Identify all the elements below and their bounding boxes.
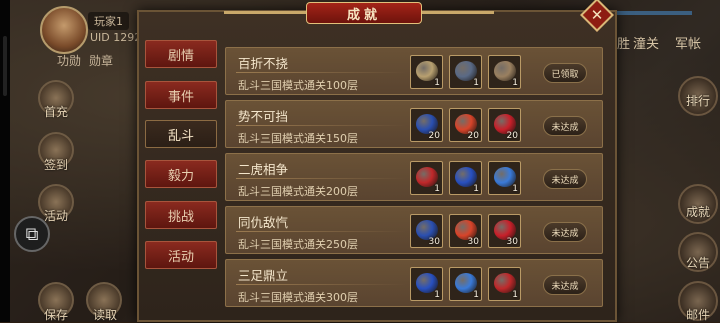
reward-slot[interactable]: 20 <box>410 108 443 142</box>
reward-count: 20 <box>467 131 479 141</box>
achievement-name: 同仇敌忾 <box>238 215 289 230</box>
achievement-row: 二虎相争乱斗三国模式通关200层 1 1 1 未达成 <box>225 153 603 201</box>
load-label: 读取 <box>93 308 118 322</box>
reward-slot[interactable]: 20 <box>449 108 482 142</box>
tab-perseverance[interactable]: 毅力 <box>145 160 217 188</box>
floating-assist-icon[interactable]: ⧉ <box>14 216 50 252</box>
reward-slot[interactable]: 1 <box>488 161 521 195</box>
reward-count: 1 <box>512 78 518 88</box>
row-divider <box>236 125 406 126</box>
player-avatar[interactable] <box>40 6 88 54</box>
reward-count: 1 <box>434 184 440 194</box>
reward-count: 1 <box>434 290 440 300</box>
reward-count: 1 <box>512 184 518 194</box>
right-top-label-2[interactable]: 潼关 <box>633 33 659 52</box>
row-divider <box>236 284 406 285</box>
reward-count: 30 <box>506 237 518 247</box>
reward-count: 20 <box>428 131 440 141</box>
reward-count: 1 <box>473 78 479 88</box>
reward-count: 30 <box>467 237 479 247</box>
reward-slot[interactable]: 1 <box>410 161 443 195</box>
reward-slot[interactable]: 1 <box>488 267 521 301</box>
reward-count: 30 <box>428 237 440 247</box>
achievement-name: 三足鼎立 <box>238 268 289 283</box>
reward-slot[interactable]: 30 <box>410 214 443 248</box>
reward-count: 1 <box>473 290 479 300</box>
achievement-row: 势不可挡乱斗三国模式通关150层 20 20 20 未达成 <box>225 100 603 148</box>
tab-challenge[interactable]: 挑战 <box>145 201 217 229</box>
achievement-status-button[interactable]: 未达成 <box>543 169 587 189</box>
player-name: 玩家1 <box>88 12 129 30</box>
reward-count: 20 <box>506 131 518 141</box>
reward-slot[interactable]: 1 <box>410 55 443 89</box>
achievement-label: 成就 <box>686 205 711 219</box>
reward-slot[interactable]: 1 <box>488 55 521 89</box>
achievement-status-button[interactable]: 已领取 <box>543 63 587 83</box>
right-top-label-3[interactable]: 军帐 <box>675 33 701 52</box>
row-divider <box>236 178 406 179</box>
right-top-label-1: 胜 <box>617 37 631 52</box>
achievement-description: 乱斗三国模式通关100层 <box>238 79 358 92</box>
resource-bar <box>612 11 692 15</box>
reward-count: 1 <box>434 78 440 88</box>
reward-count: 1 <box>512 290 518 300</box>
tab-melee[interactable]: 乱斗 <box>145 120 217 148</box>
achievement-name: 势不可挡 <box>238 109 289 124</box>
mail-label: 邮件 <box>686 308 711 322</box>
achievement-name: 二虎相争 <box>238 162 289 177</box>
category-tabs: 剧情 事件 乱斗 毅力 挑战 活动 <box>145 40 217 310</box>
achievement-status-button[interactable]: 未达成 <box>543 116 587 136</box>
medal-link[interactable]: 勋章 <box>89 52 113 69</box>
achievement-status-button[interactable]: 未达成 <box>543 275 587 295</box>
tab-activity[interactable]: 活动 <box>145 241 217 269</box>
phone-edge <box>0 0 10 322</box>
sign-in-label: 签到 <box>44 158 69 172</box>
achievement-description: 乱斗三国模式通关150层 <box>238 132 358 145</box>
reward-count: 1 <box>473 184 479 194</box>
dialog-title: 成就 <box>306 2 422 24</box>
announcement-label: 公告 <box>686 256 711 270</box>
achievement-description: 乱斗三国模式通关250层 <box>238 238 358 251</box>
tab-story[interactable]: 剧情 <box>145 40 217 68</box>
achievement-row: 百折不挠乱斗三国模式通关100层 1 1 1 已领取 <box>225 47 603 95</box>
activity-label: 活动 <box>44 209 69 223</box>
close-icon[interactable]: ✕ <box>585 3 609 27</box>
reward-slot[interactable]: 30 <box>488 214 521 248</box>
reward-slot[interactable]: 1 <box>449 55 482 89</box>
achievement-row: 同仇敌忾乱斗三国模式通关250层 30 30 30 未达成 <box>225 206 603 254</box>
merit-link[interactable]: 功勋 <box>57 52 81 69</box>
achievement-description: 乱斗三国模式通关200层 <box>238 185 358 198</box>
row-divider <box>236 231 406 232</box>
tab-events[interactable]: 事件 <box>145 81 217 109</box>
player-uid: UID 1292 <box>90 31 142 44</box>
achievement-description: 乱斗三国模式通关300层 <box>238 291 358 304</box>
reward-slot[interactable]: 20 <box>488 108 521 142</box>
save-label: 保存 <box>44 308 69 322</box>
achievement-status-button[interactable]: 未达成 <box>543 222 587 242</box>
reward-slot[interactable]: 1 <box>410 267 443 301</box>
reward-slot[interactable]: 30 <box>449 214 482 248</box>
row-divider <box>236 72 406 73</box>
achievement-row: 三足鼎立乱斗三国模式通关300层 1 1 1 未达成 <box>225 259 603 307</box>
reward-slot[interactable]: 1 <box>449 267 482 301</box>
achievement-name: 百折不挠 <box>238 56 289 71</box>
first-recharge-label: 首充 <box>44 105 69 119</box>
ranking-label: 排行 <box>686 94 711 108</box>
reward-slot[interactable]: 1 <box>449 161 482 195</box>
dialog-title-bar: 成就 <box>224 0 494 26</box>
